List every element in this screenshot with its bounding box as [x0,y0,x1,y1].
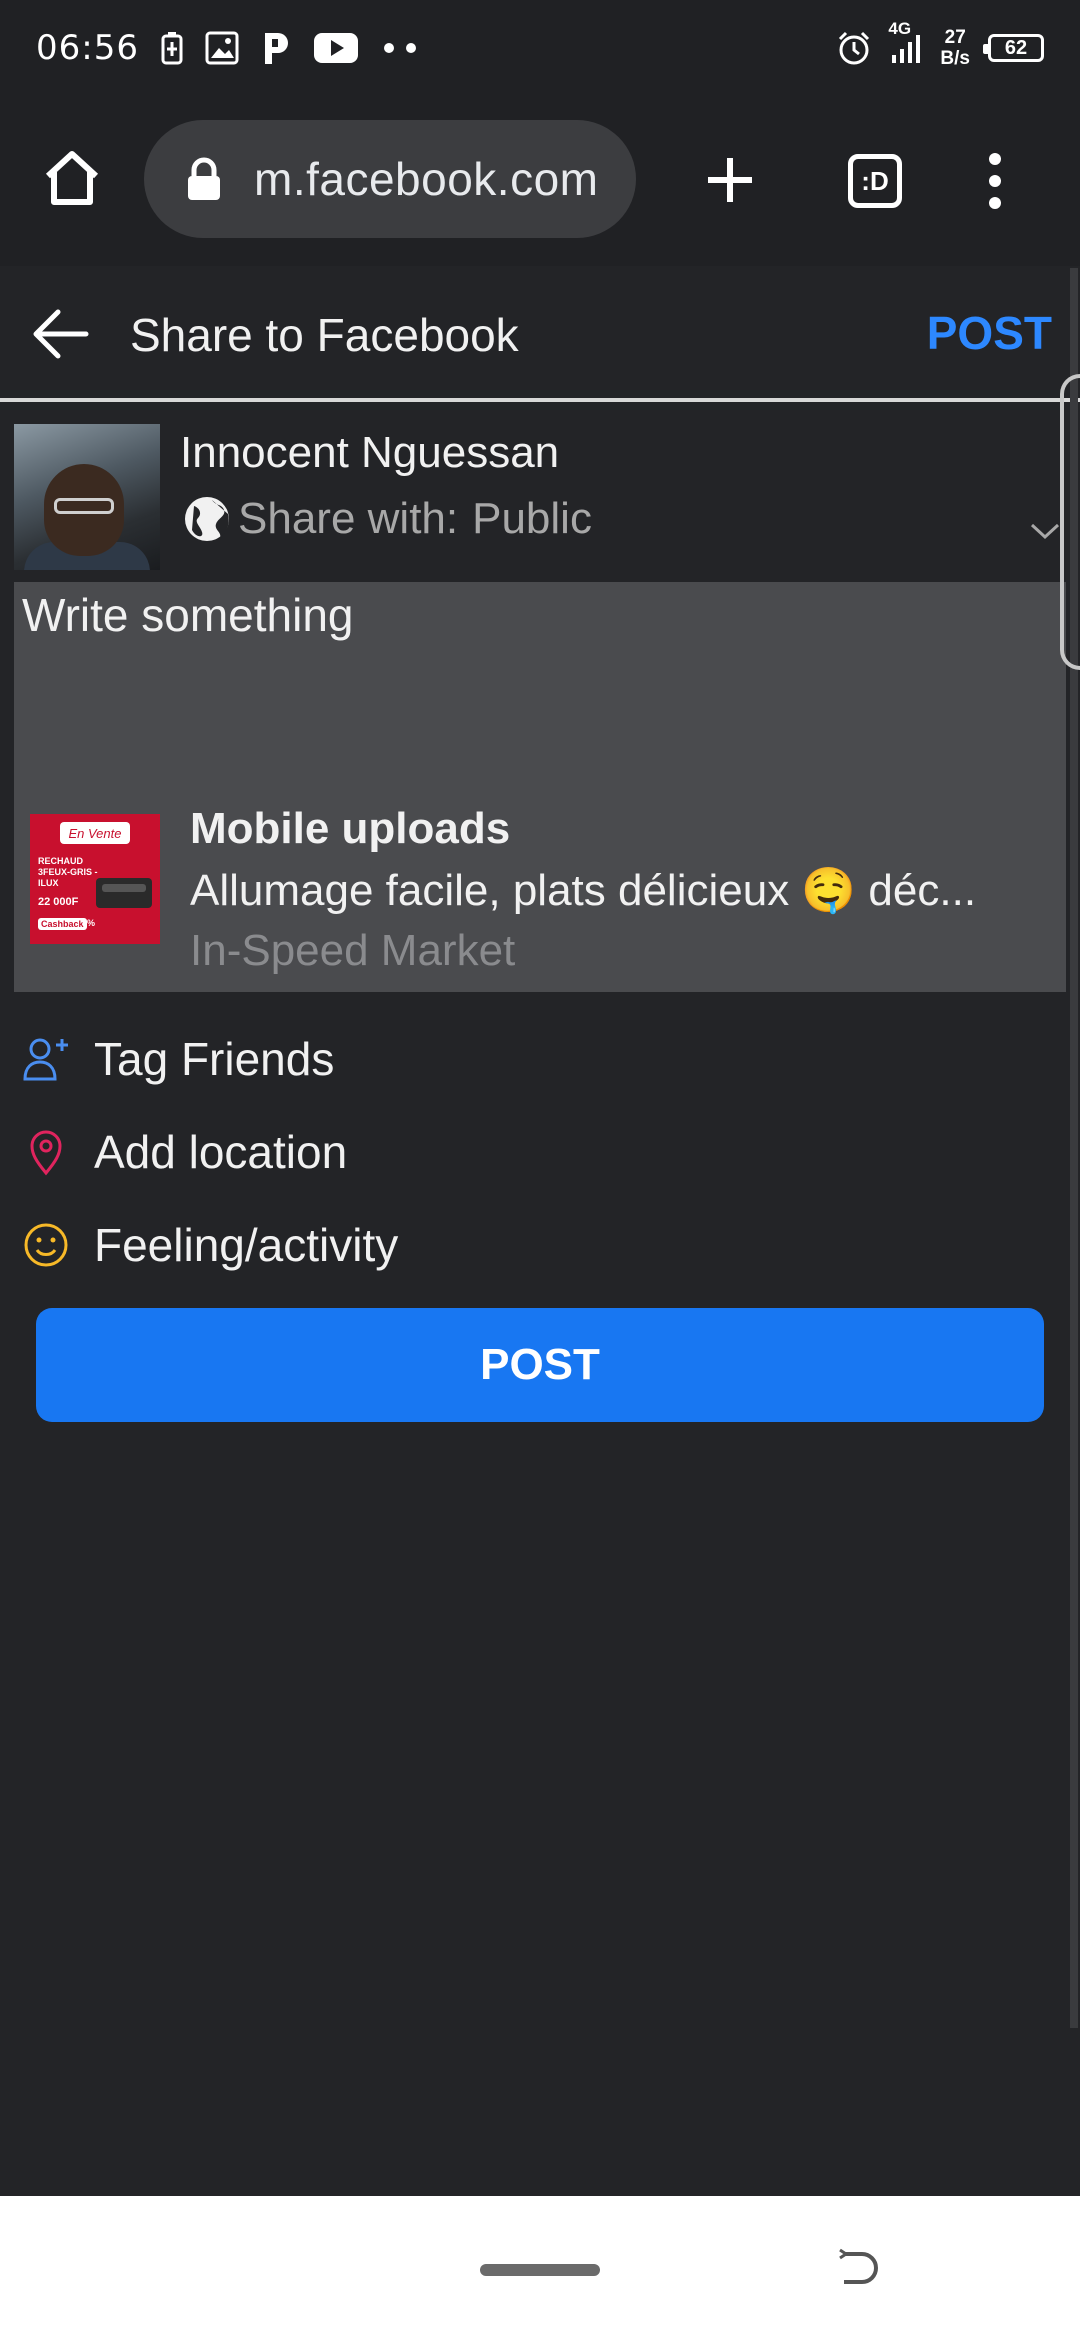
post-text-input[interactable]: Write something En Vente RECHAUD 3FEUX-G… [14,582,1066,992]
status-time: 06:56 [36,28,139,68]
home-icon[interactable] [40,146,104,210]
attachment-description: Allumage facile, plats délicieux 🤤 déc..… [190,866,977,915]
lock-icon [184,157,224,201]
scroll-handle[interactable] [1060,374,1080,670]
tag-friends-label: Tag Friends [94,1032,335,1085]
add-location-option[interactable]: Add location [0,1105,1080,1198]
new-tab-plus-icon[interactable] [702,152,758,208]
feeling-activity-label: Feeling/activity [94,1218,399,1271]
home-gesture-pill[interactable] [480,2264,600,2276]
network-type: 4G [888,19,912,38]
share-with-selector[interactable]: Share with: Public [182,494,592,544]
avatar [14,424,160,570]
thumb-price: 22 000F [38,896,79,908]
p-app-icon [261,30,291,66]
user-row: Innocent Nguessan Share with: Public [14,422,1064,572]
attachment-source: In-Speed Market [190,926,516,975]
user-name: Innocent Nguessan [180,428,560,477]
smiley-icon [22,1221,70,1269]
network-speed: 27 B/s [940,27,970,69]
feeling-activity-option[interactable]: Feeling/activity [0,1198,1080,1291]
system-nav-bar [0,2196,1080,2340]
arrow-left-icon[interactable] [30,306,90,362]
location-pin-icon [22,1128,70,1176]
share-header: Share to Facebook POST [0,266,1080,402]
speed-value: 27 [944,27,966,48]
status-bar: 06:56 4G 27 B/s 62 [0,0,1080,96]
browser-toolbar: m.facebook.com :D [0,96,1080,266]
attachment-title: Mobile uploads [190,804,511,853]
image-icon [205,31,239,65]
thumb-product: RECHAUD 3FEUX-GRIS -ILUX [38,856,98,888]
alarm-icon [836,30,872,66]
url-text: m.facebook.com [254,153,599,205]
menu-dots-icon[interactable] [980,152,1010,210]
thumb-tag: En Vente [60,822,130,844]
youtube-icon [313,31,359,65]
stove-image [96,878,152,908]
page-title: Share to Facebook [130,309,519,361]
thumb-cashback: Cashback [38,918,87,930]
back-gesture-icon[interactable] [836,2246,882,2292]
address-bar[interactable]: m.facebook.com [144,120,636,238]
more-dots-icon [381,41,421,55]
tab-switcher-label: :D [861,165,889,196]
post-text-placeholder: Write something [22,589,354,641]
battery-indicator: 62 [983,34,1044,62]
chevron-down-icon[interactable] [1030,522,1060,540]
composer-actions: Tag Friends Add location Feeling/activit… [0,1012,1080,1291]
header-post-button[interactable]: POST [927,306,1052,360]
shared-post-preview[interactable]: En Vente RECHAUD 3FEUX-GRIS -ILUX 22 000… [30,804,1060,984]
thumb-percent: 5% [82,918,96,928]
battery-level: 62 [1004,36,1028,59]
signal-icon: 4G [888,19,922,65]
tag-friends-option[interactable]: Tag Friends [0,1012,1080,1105]
globe-icon [182,494,232,544]
share-with-label: Share with: [238,494,459,543]
tab-switcher-button[interactable]: :D [848,154,902,208]
battery-charging-icon [161,31,183,65]
share-with-value: Public [472,494,592,543]
speed-unit: B/s [940,48,970,69]
add-location-label: Add location [94,1125,348,1178]
attachment-thumbnail: En Vente RECHAUD 3FEUX-GRIS -ILUX 22 000… [30,814,160,944]
post-button[interactable]: POST [36,1308,1044,1422]
add-person-icon [22,1035,70,1083]
